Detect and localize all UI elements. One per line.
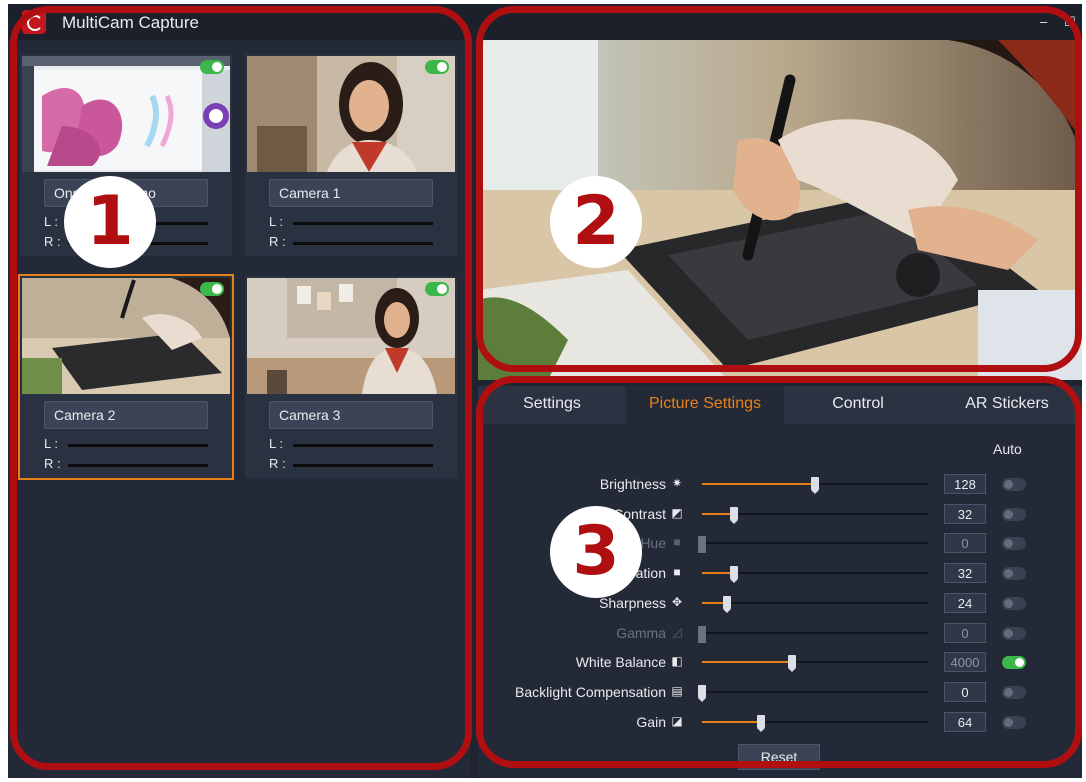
callout-badge-3: 3 xyxy=(550,506,642,598)
callout-badge-2: 2 xyxy=(550,176,642,268)
callout-badge-1: 1 xyxy=(64,176,156,268)
callout-frame-1 xyxy=(10,6,472,770)
